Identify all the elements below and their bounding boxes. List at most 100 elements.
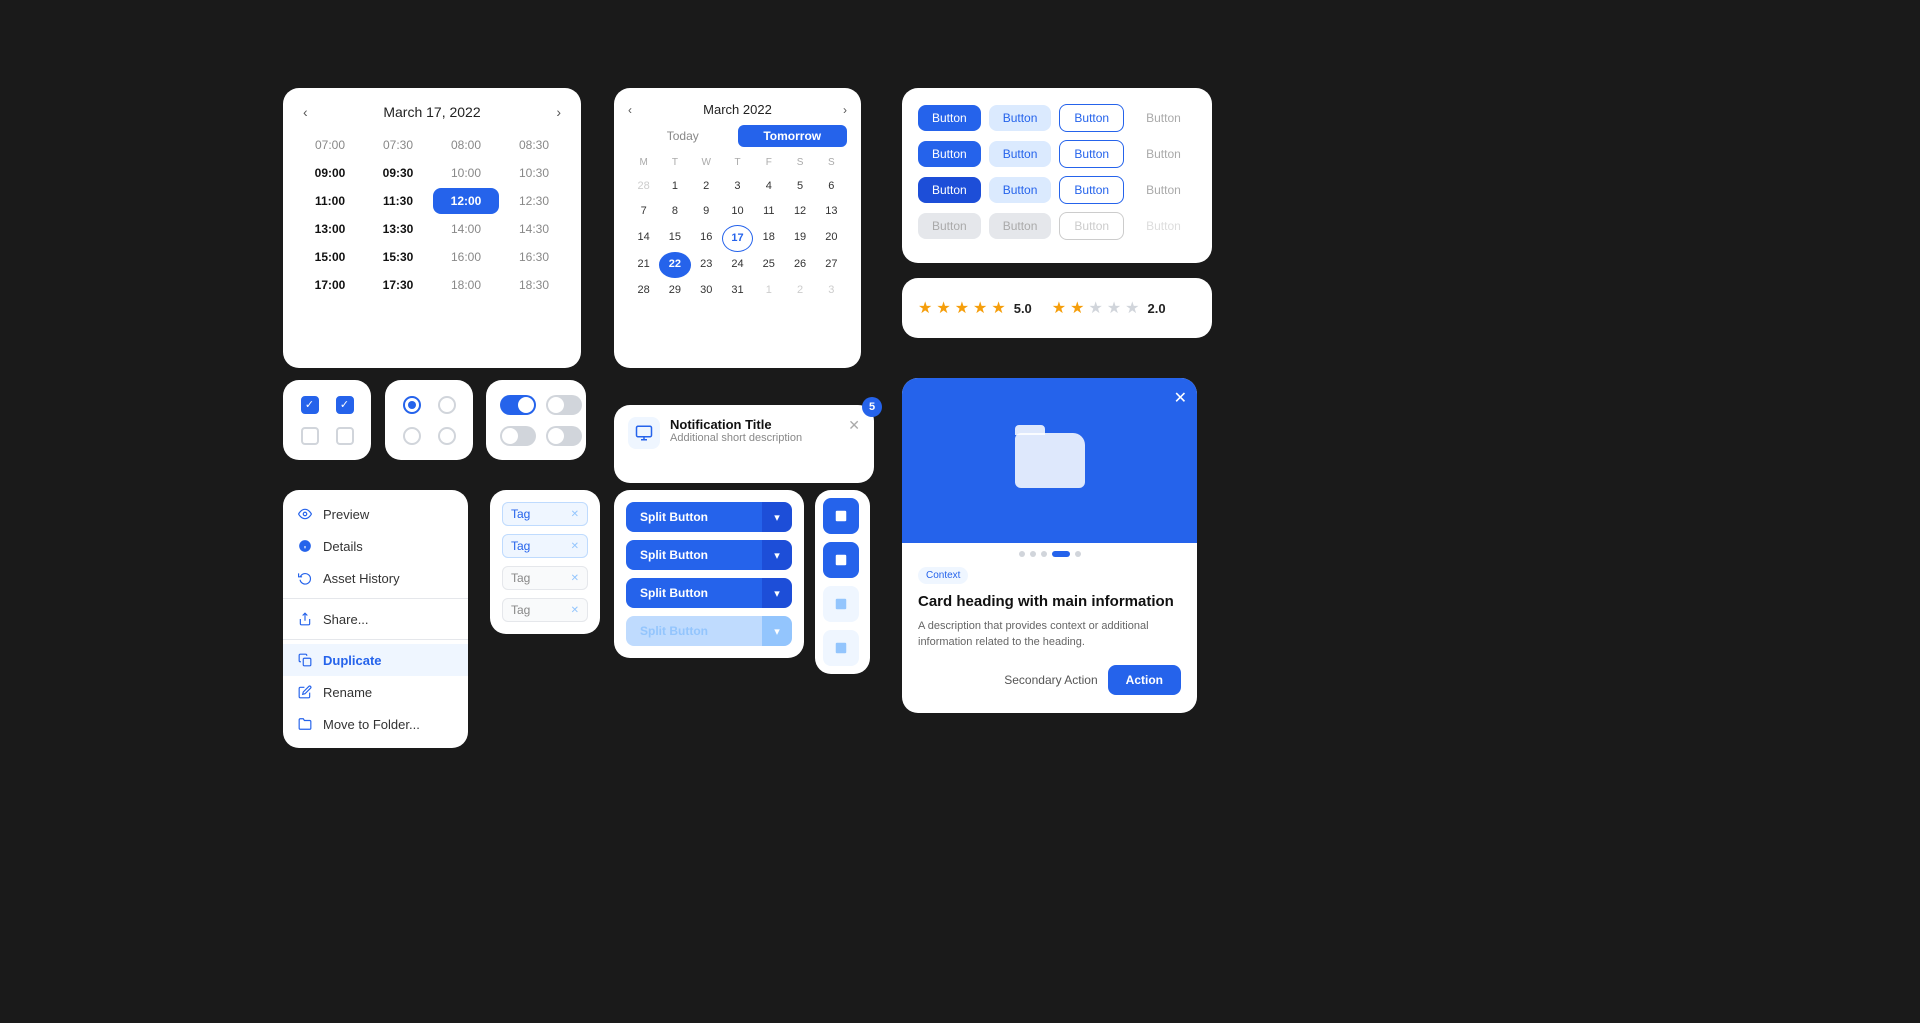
calendar-day[interactable]: 10 [722,199,753,224]
time-cell[interactable]: 12:00 [433,188,499,214]
calendar-day[interactable]: 15 [659,225,690,252]
split-button-arrow-2[interactable]: ▾ [762,578,792,608]
ui-button-primary[interactable]: Button [918,141,981,167]
calendar-day[interactable]: 2 [691,174,722,199]
menu-item-asset-history[interactable]: Asset History [283,562,468,594]
ui-button-ghost-disabled[interactable]: Button [1132,213,1195,239]
radio-2[interactable] [403,427,421,445]
calendar-tab-tomorrow[interactable]: Tomorrow [738,125,848,147]
calendar-tab-today[interactable]: Today [628,125,738,147]
time-cell[interactable]: 11:30 [365,188,431,214]
checkbox-2[interactable] [301,427,319,445]
menu-item-details[interactable]: Details [283,530,468,562]
time-cell[interactable]: 08:00 [433,132,499,158]
checkbox-1[interactable] [336,396,354,414]
ui-button-disabled[interactable]: Button [989,213,1052,239]
tag-close-button[interactable]: ✕ [571,605,579,616]
ui-button-outline[interactable]: Button [1059,104,1124,132]
time-cell[interactable]: 11:00 [297,188,363,214]
split-button-main-2[interactable]: Split Button [626,578,762,608]
calendar-day[interactable]: 21 [628,252,659,277]
ui-button-primary-light[interactable]: Button [989,177,1052,203]
notification-close-button[interactable]: ✕ [848,417,860,434]
menu-item-move-to-folder...[interactable]: Move to Folder... [283,708,468,740]
toggle-0[interactable] [500,395,536,415]
calendar-day[interactable]: 5 [784,174,815,199]
calendar-day[interactable]: 29 [659,278,690,303]
time-cell[interactable]: 18:00 [433,272,499,298]
calendar-day[interactable]: 9 [691,199,722,224]
ui-button-outline[interactable]: Button [1059,176,1124,204]
ui-button-ghost[interactable]: Button [1132,105,1195,131]
card-secondary-button[interactable]: Secondary Action [1004,673,1097,687]
menu-item-rename[interactable]: Rename [283,676,468,708]
calendar-day[interactable]: 13 [816,199,847,224]
time-cell[interactable]: 10:00 [433,160,499,186]
split-button-arrow-1[interactable]: ▾ [762,540,792,570]
calendar-day[interactable]: 4 [753,174,784,199]
ui-button-primary[interactable]: Button [918,105,981,131]
tag-item-2[interactable]: Tag✕ [502,566,588,590]
ui-button-outline[interactable]: Button [1059,140,1124,168]
toggle-3[interactable] [546,426,582,446]
time-cell[interactable]: 15:30 [365,244,431,270]
ui-button-primary-light[interactable]: Button [989,105,1052,131]
time-cell[interactable]: 16:00 [433,244,499,270]
split-button-main-1[interactable]: Split Button [626,540,762,570]
icon-button-1[interactable] [823,542,859,578]
icon-button-0[interactable] [823,498,859,534]
time-cell[interactable]: 17:30 [365,272,431,298]
time-prev-button[interactable]: ‹ [297,102,314,122]
time-cell[interactable]: 07:00 [297,132,363,158]
icon-button-3[interactable] [823,630,859,666]
card-primary-button[interactable]: Action [1108,665,1181,695]
time-cell[interactable]: 18:30 [501,272,567,298]
time-cell[interactable]: 09:30 [365,160,431,186]
tag-item-3[interactable]: Tag✕ [502,598,588,622]
calendar-day[interactable]: 7 [628,199,659,224]
calendar-day[interactable]: 8 [659,199,690,224]
time-cell[interactable]: 14:30 [501,216,567,242]
ui-button-ghost[interactable]: Button [1132,141,1195,167]
time-cell[interactable]: 10:30 [501,160,567,186]
ui-button-outline-disabled[interactable]: Button [1059,212,1124,240]
calendar-day[interactable]: 25 [753,252,784,277]
time-cell[interactable]: 07:30 [365,132,431,158]
calendar-day[interactable]: 23 [691,252,722,277]
ui-button-primary-dark[interactable]: Button [918,177,981,203]
time-cell[interactable]: 17:00 [297,272,363,298]
ui-button-primary-light[interactable]: Button [989,141,1052,167]
tag-item-0[interactable]: Tag✕ [502,502,588,526]
calendar-day[interactable]: 11 [753,199,784,224]
calendar-day[interactable]: 26 [784,252,815,277]
toggle-1[interactable] [546,395,582,415]
toggle-2[interactable] [500,426,536,446]
time-cell[interactable]: 15:00 [297,244,363,270]
calendar-day[interactable]: 18 [753,225,784,252]
time-next-button[interactable]: › [550,102,567,122]
menu-item-duplicate[interactable]: Duplicate [283,644,468,676]
calendar-day[interactable]: 24 [722,252,753,277]
radio-3[interactable] [438,427,456,445]
split-button-main-0[interactable]: Split Button [626,502,762,532]
cal-prev-button[interactable]: ‹ [628,103,632,117]
split-button-arrow-0[interactable]: ▾ [762,502,792,532]
time-cell[interactable]: 12:30 [501,188,567,214]
menu-item-preview[interactable]: Preview [283,498,468,530]
split-button-arrow-3[interactable]: ▾ [762,616,792,646]
calendar-day[interactable]: 20 [816,225,847,252]
time-cell[interactable]: 09:00 [297,160,363,186]
calendar-day[interactable]: 1 [753,278,784,303]
calendar-day[interactable]: 17 [722,225,753,252]
time-cell[interactable]: 13:00 [297,216,363,242]
calendar-day[interactable]: 19 [784,225,815,252]
calendar-day[interactable]: 2 [784,278,815,303]
ui-button-ghost[interactable]: Button [1132,177,1195,203]
time-cell[interactable]: 16:30 [501,244,567,270]
calendar-day[interactable]: 6 [816,174,847,199]
tag-close-button[interactable]: ✕ [571,573,579,584]
calendar-day[interactable]: 30 [691,278,722,303]
checkbox-0[interactable] [301,396,319,414]
ui-button-disabled[interactable]: Button [918,213,981,239]
calendar-day[interactable]: 22 [659,252,690,277]
